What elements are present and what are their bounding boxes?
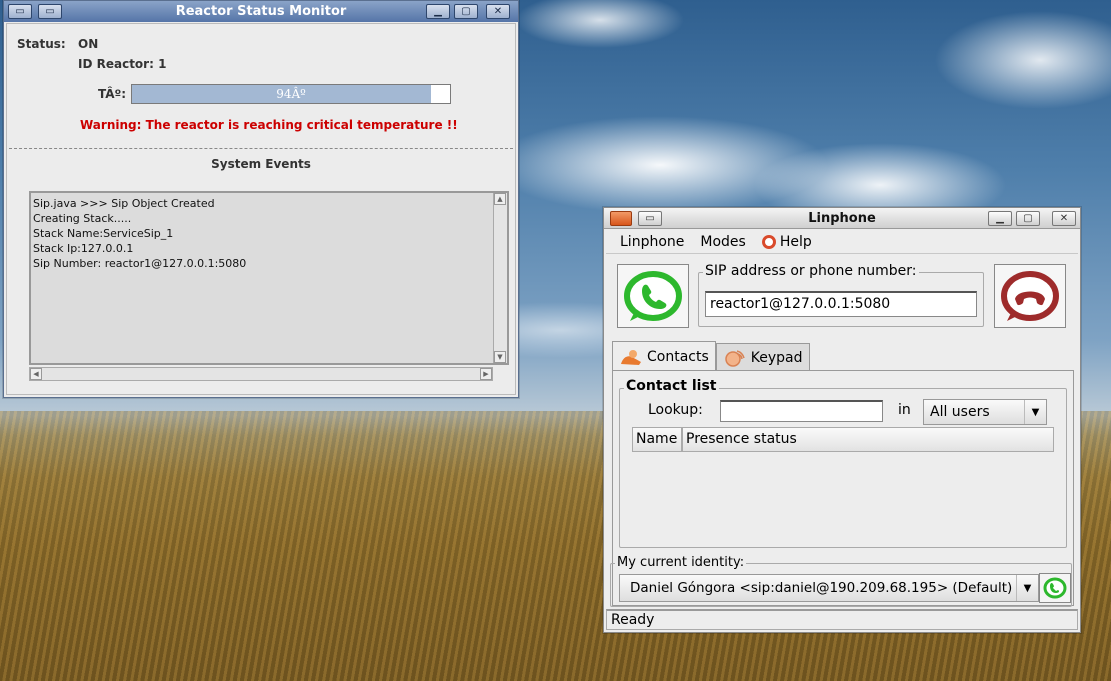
sip-address-frame: SIP address or phone number: reactor1@12… xyxy=(698,263,984,327)
contact-list-title: Contact list xyxy=(624,378,719,394)
lookup-input[interactable] xyxy=(720,400,883,422)
minimize-button[interactable]: ▁ xyxy=(988,211,1012,226)
temperature-value: 94Âº xyxy=(276,87,306,101)
maximize-icon: ▢ xyxy=(1023,212,1033,224)
scroll-up-icon[interactable]: ▲ xyxy=(494,193,506,205)
contact-list-frame: Contact list Lookup: in All users ▼ Name… xyxy=(619,378,1067,548)
status-label: Status: xyxy=(17,37,66,51)
sip-address-label: SIP address or phone number: xyxy=(703,263,919,279)
user-filter-dropdown[interactable]: All users ▼ xyxy=(923,399,1047,425)
keypad-hand-icon xyxy=(725,349,745,367)
section-divider xyxy=(9,148,513,149)
reactor-id-label: ID Reactor: 1 xyxy=(78,57,167,71)
event-line: Creating Stack..... xyxy=(33,212,132,225)
menu-help-label: Help xyxy=(779,233,812,250)
identity-value: Daniel Góngora <sip:daniel@190.209.68.19… xyxy=(630,580,1013,596)
call-phone-icon xyxy=(624,271,682,321)
menu-modes[interactable]: Modes xyxy=(694,232,751,252)
event-line: Stack Name:ServiceSip_1 xyxy=(33,227,174,240)
status-text: Ready xyxy=(611,612,655,628)
events-horizontal-scrollbar[interactable]: ◀ ▶ xyxy=(29,367,493,381)
maximize-button[interactable]: ▢ xyxy=(1016,211,1040,226)
linphone-app-icon[interactable] xyxy=(610,211,632,226)
scroll-left-icon[interactable]: ◀ xyxy=(30,368,42,380)
window-menu-button[interactable]: ▭ xyxy=(8,4,32,19)
close-button[interactable]: ✕ xyxy=(1052,211,1076,226)
reactor-status-window: ▭ ▭ Reactor Status Monitor ▁ ▢ ✕ Status:… xyxy=(3,0,519,398)
minimize-icon: ▁ xyxy=(996,212,1004,224)
chevron-down-icon: ▼ xyxy=(1016,575,1038,601)
identity-register-button[interactable] xyxy=(1039,573,1071,603)
tab-keypad[interactable]: Keypad xyxy=(715,343,810,371)
close-button[interactable]: ✕ xyxy=(486,4,510,19)
status-bar: Ready xyxy=(606,609,1078,630)
window-shade-button[interactable]: ▭ xyxy=(638,211,662,226)
events-text: Sip.java >>> Sip Object Created Creating … xyxy=(33,196,489,363)
linphone-titlebar[interactable]: ▭ Linphone ▁ ▢ ✕ xyxy=(604,208,1080,229)
hangup-button[interactable] xyxy=(994,264,1066,328)
call-button[interactable] xyxy=(617,264,689,328)
lookup-label: Lookup: xyxy=(648,402,703,418)
linphone-window-title: Linphone xyxy=(808,210,876,226)
column-header-presence[interactable]: Presence status xyxy=(682,427,1054,452)
tab-keypad-label: Keypad xyxy=(750,349,803,366)
scroll-right-icon[interactable]: ▶ xyxy=(480,368,492,380)
reactor-window-title: Reactor Status Monitor xyxy=(175,4,347,19)
column-header-name[interactable]: Name xyxy=(632,427,682,452)
window-menu-icon: ▭ xyxy=(15,5,25,17)
temperature-label: TÂº: xyxy=(98,87,127,101)
reactor-titlebar[interactable]: ▭ ▭ Reactor Status Monitor ▁ ▢ ✕ xyxy=(4,1,518,22)
identity-frame: My current identity: Daniel Góngora <sip… xyxy=(610,555,1072,607)
main-tabs: Contacts Keypad xyxy=(612,339,810,371)
registration-phone-icon xyxy=(1043,577,1067,599)
critical-temperature-warning: Warning: The reactor is reaching critica… xyxy=(80,118,458,132)
identity-label: My current identity: xyxy=(615,555,747,570)
tab-contacts-label: Contacts xyxy=(647,348,709,365)
contacts-icon xyxy=(621,349,641,365)
chevron-down-icon: ▼ xyxy=(1024,400,1046,424)
identity-dropdown[interactable]: Daniel Góngora <sip:daniel@190.209.68.19… xyxy=(619,574,1039,602)
event-line: Sip.java >>> Sip Object Created xyxy=(33,197,215,210)
tab-contacts[interactable]: Contacts xyxy=(612,341,716,371)
menu-help[interactable]: Help xyxy=(756,232,818,252)
shade-icon: ▭ xyxy=(645,212,655,224)
hangup-phone-icon xyxy=(1001,271,1059,321)
system-events-log[interactable]: Sip.java >>> Sip Object Created Creating … xyxy=(29,191,509,365)
temperature-progress-bar: 94Âº xyxy=(131,84,451,104)
shade-icon: ▭ xyxy=(45,5,55,17)
window-shade-button[interactable]: ▭ xyxy=(38,4,62,19)
minimize-button[interactable]: ▁ xyxy=(426,4,450,19)
minimize-icon: ▁ xyxy=(434,5,442,17)
menu-bar: Linphone Modes Help xyxy=(606,230,1078,254)
event-line: Stack Ip:127.0.0.1 xyxy=(33,242,134,255)
help-lifebuoy-icon xyxy=(761,234,776,249)
status-value: ON xyxy=(78,37,99,51)
maximize-button[interactable]: ▢ xyxy=(454,4,478,19)
menu-linphone[interactable]: Linphone xyxy=(614,232,690,252)
event-line: Sip Number: reactor1@127.0.0.1:5080 xyxy=(33,257,247,270)
system-events-title: System Events xyxy=(211,157,311,171)
close-icon: ✕ xyxy=(493,5,503,17)
sip-address-input[interactable]: reactor1@127.0.0.1:5080 xyxy=(705,291,977,317)
scroll-down-icon[interactable]: ▼ xyxy=(494,351,506,363)
close-icon: ✕ xyxy=(1059,212,1069,224)
maximize-icon: ▢ xyxy=(461,5,471,17)
in-label: in xyxy=(898,402,911,418)
linphone-window: ▭ Linphone ▁ ▢ ✕ Linphone Modes Help SIP… xyxy=(603,207,1081,633)
reactor-content: Status: ON ID Reactor: 1 TÂº: 94Âº Warni… xyxy=(6,23,516,395)
events-vertical-scrollbar[interactable]: ▲ ▼ xyxy=(493,193,507,363)
user-filter-value: All users xyxy=(930,404,990,420)
